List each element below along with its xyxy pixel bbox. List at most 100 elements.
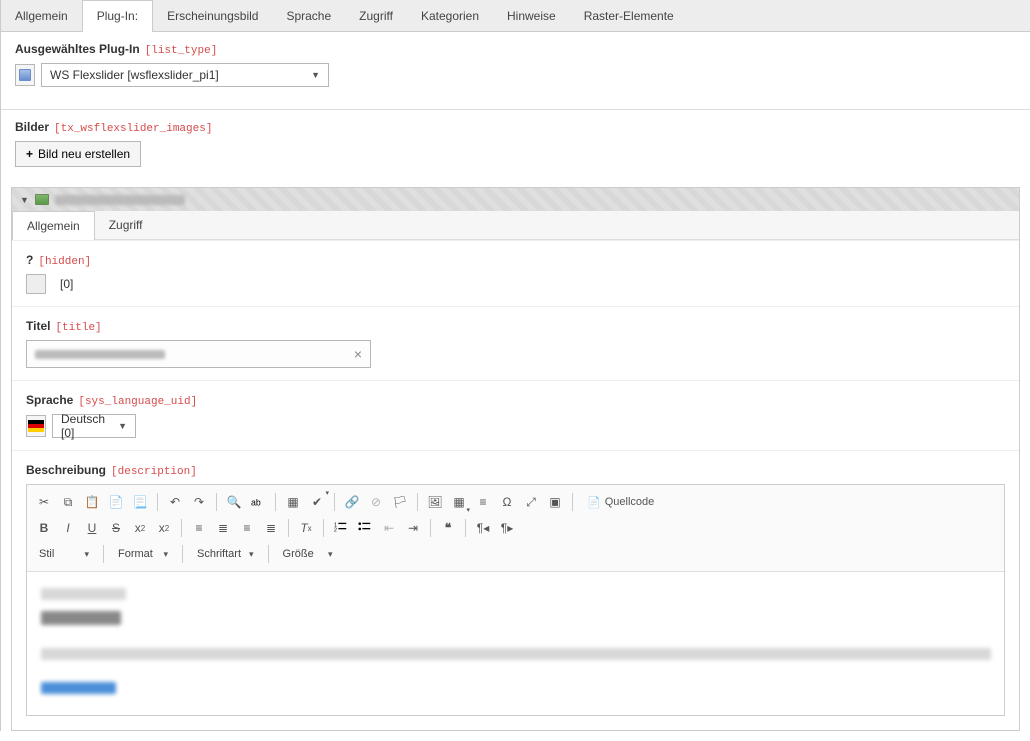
title-input[interactable]: × bbox=[26, 340, 371, 368]
alignright-icon[interactable]: ≡ bbox=[236, 517, 258, 539]
title-label: Titel [title] bbox=[26, 319, 1005, 334]
selected-plugin-label: Ausgewähltes Plug-In [list_type] bbox=[15, 42, 1016, 57]
rtl-icon[interactable]: ¶▸ bbox=[496, 517, 518, 539]
numberedlist-icon[interactable]: 12 bbox=[330, 517, 352, 539]
chevron-down-icon: ▼ bbox=[311, 70, 320, 80]
paste-text-icon[interactable]: 📄 bbox=[105, 491, 127, 513]
language-select[interactable]: Deutsch [0] ▼ bbox=[52, 414, 136, 438]
tab-allgemein[interactable]: Allgemein bbox=[1, 0, 82, 31]
image-icon[interactable]: 🖼 bbox=[424, 491, 446, 513]
outdent-icon[interactable]: ⇤ bbox=[378, 517, 400, 539]
maximize-icon[interactable]: ⤢ bbox=[520, 491, 542, 513]
alignleft-icon[interactable]: ≡ bbox=[188, 517, 210, 539]
redo-icon[interactable]: ↷ bbox=[188, 491, 210, 513]
tab-rasterelemente[interactable]: Raster-Elemente bbox=[570, 0, 688, 31]
spellcheck-icon[interactable]: ✔▾ bbox=[306, 491, 328, 513]
tab-sprache[interactable]: Sprache bbox=[272, 0, 345, 31]
bilder-label-text: Bilder bbox=[15, 120, 49, 134]
showblocks-icon[interactable]: ▣ bbox=[544, 491, 566, 513]
tab-zugriff[interactable]: Zugriff bbox=[345, 0, 407, 31]
find-icon[interactable]: 🔍 bbox=[223, 491, 245, 513]
description-tech: [description] bbox=[111, 466, 197, 478]
table-icon[interactable]: ▦▾ bbox=[448, 491, 470, 513]
title-label-text: Titel bbox=[26, 319, 50, 333]
copy-icon[interactable]: ⧉ bbox=[57, 491, 79, 513]
language-select-value: Deutsch [0] bbox=[61, 412, 110, 440]
chevron-down-icon: ▾ bbox=[249, 549, 254, 560]
image-record-tabs: Allgemein Zugriff bbox=[12, 211, 1019, 240]
blockquote-icon[interactable]: ❝ bbox=[437, 517, 459, 539]
paste-word-icon[interactable]: 📃 bbox=[129, 491, 151, 513]
tab-hinweise[interactable]: Hinweise bbox=[493, 0, 570, 31]
indent-icon[interactable]: ⇥ bbox=[402, 517, 424, 539]
chevron-down-icon: ▼ bbox=[118, 421, 127, 431]
source-button-label: Quellcode bbox=[605, 496, 655, 508]
italic-icon[interactable]: I bbox=[57, 517, 79, 539]
subtab-zugriff[interactable]: Zugriff bbox=[95, 211, 157, 239]
format-combo[interactable]: Format▾ bbox=[112, 543, 174, 565]
hidden-label-text: ? bbox=[26, 253, 33, 267]
cut-icon[interactable]: ✂ bbox=[33, 491, 55, 513]
chevron-down-icon: ▾ bbox=[84, 549, 89, 560]
font-combo[interactable]: Schriftart ▾ bbox=[191, 543, 260, 565]
bilder-tech: [tx_wsflexslider_images] bbox=[54, 123, 212, 135]
tab-erscheinungsbild[interactable]: Erscheinungsbild bbox=[153, 0, 272, 31]
source-button[interactable]: 📄 Quellcode bbox=[579, 491, 662, 513]
replace-icon[interactable]: ab bbox=[247, 491, 269, 513]
paste-icon[interactable]: 📋 bbox=[81, 491, 103, 513]
bilder-label: Bilder [tx_wsflexslider_images] bbox=[15, 120, 1016, 135]
tab-kategorien[interactable]: Kategorien bbox=[407, 0, 493, 31]
alignjustify-icon[interactable]: ≣ bbox=[260, 517, 282, 539]
add-image-button[interactable]: + Bild neu erstellen bbox=[15, 141, 141, 167]
language-label: Sprache [sys_language_uid] bbox=[26, 393, 1005, 408]
plugin-select[interactable]: WS Flexslider [wsflexslider_pi1] ▼ bbox=[41, 63, 329, 87]
superscript-icon[interactable]: x2 bbox=[153, 517, 175, 539]
underline-icon[interactable]: U bbox=[81, 517, 103, 539]
bulletlist-icon[interactable] bbox=[354, 517, 376, 539]
anchor-icon[interactable]: 🏳 bbox=[389, 491, 411, 513]
aligncenter-icon[interactable]: ≣ bbox=[212, 517, 234, 539]
unlink-icon[interactable]: ⊘ bbox=[365, 491, 387, 513]
undo-icon[interactable]: ↶ bbox=[164, 491, 186, 513]
horizontalrule-icon[interactable]: ≡ bbox=[472, 491, 494, 513]
main-tabs: Allgemein Plug-In: Erscheinungsbild Spra… bbox=[1, 0, 1030, 32]
rte-editor: ✂ ⧉ 📋 📄 📃 ↶ ↷ 🔍 ab ▦ ✔▾ bbox=[26, 484, 1005, 716]
selected-plugin-label-text: Ausgewähltes Plug-In bbox=[15, 42, 140, 56]
svg-text:2: 2 bbox=[334, 528, 337, 534]
tab-plugin[interactable]: Plug-In: bbox=[82, 0, 153, 32]
subtab-allgemein[interactable]: Allgemein bbox=[12, 211, 95, 240]
flag-de-icon bbox=[26, 415, 46, 437]
bold-icon[interactable]: B bbox=[33, 517, 55, 539]
size-combo[interactable]: Größe▾ bbox=[277, 543, 339, 565]
image-icon bbox=[35, 194, 49, 205]
description-label-text: Beschreibung bbox=[26, 463, 106, 477]
source-icon: 📄 bbox=[587, 496, 601, 509]
style-combo[interactable]: Stil▾ bbox=[33, 543, 95, 565]
rte-toolbar: ✂ ⧉ 📋 📄 📃 ↶ ↷ 🔍 ab ▦ ✔▾ bbox=[27, 485, 1004, 572]
chevron-down-icon: ▾ bbox=[328, 549, 333, 560]
ltr-icon[interactable]: ¶◂ bbox=[472, 517, 494, 539]
caret-down-icon: ▼ bbox=[20, 195, 29, 205]
plugin-icon bbox=[15, 64, 35, 86]
rte-body[interactable] bbox=[27, 572, 1004, 715]
svg-text:ab: ab bbox=[251, 498, 261, 508]
strike-icon[interactable]: S bbox=[105, 517, 127, 539]
language-label-text: Sprache bbox=[26, 393, 73, 407]
link-icon[interactable]: 🔗 bbox=[341, 491, 363, 513]
subscript-icon[interactable]: x2 bbox=[129, 517, 151, 539]
image-record-header[interactable]: ▼ bbox=[12, 188, 1019, 211]
plugin-select-value: WS Flexslider [wsflexslider_pi1] bbox=[50, 68, 219, 82]
description-label: Beschreibung [description] bbox=[26, 463, 1005, 478]
specialchar-icon[interactable]: Ω bbox=[496, 491, 518, 513]
language-tech: [sys_language_uid] bbox=[78, 396, 197, 408]
hidden-checkbox[interactable] bbox=[26, 274, 46, 294]
hidden-label: ? [hidden] bbox=[26, 253, 1005, 268]
removeformat-icon[interactable]: Tx bbox=[295, 517, 317, 539]
font-combo-label: Schriftart bbox=[197, 548, 241, 560]
hidden-tech: [hidden] bbox=[38, 256, 91, 268]
clear-title-icon[interactable]: × bbox=[354, 346, 362, 362]
title-tech: [title] bbox=[55, 322, 101, 334]
format-combo-label: Format bbox=[118, 548, 153, 560]
selectall-icon[interactable]: ▦ bbox=[282, 491, 304, 513]
selected-plugin-tech: [list_type] bbox=[145, 45, 218, 57]
